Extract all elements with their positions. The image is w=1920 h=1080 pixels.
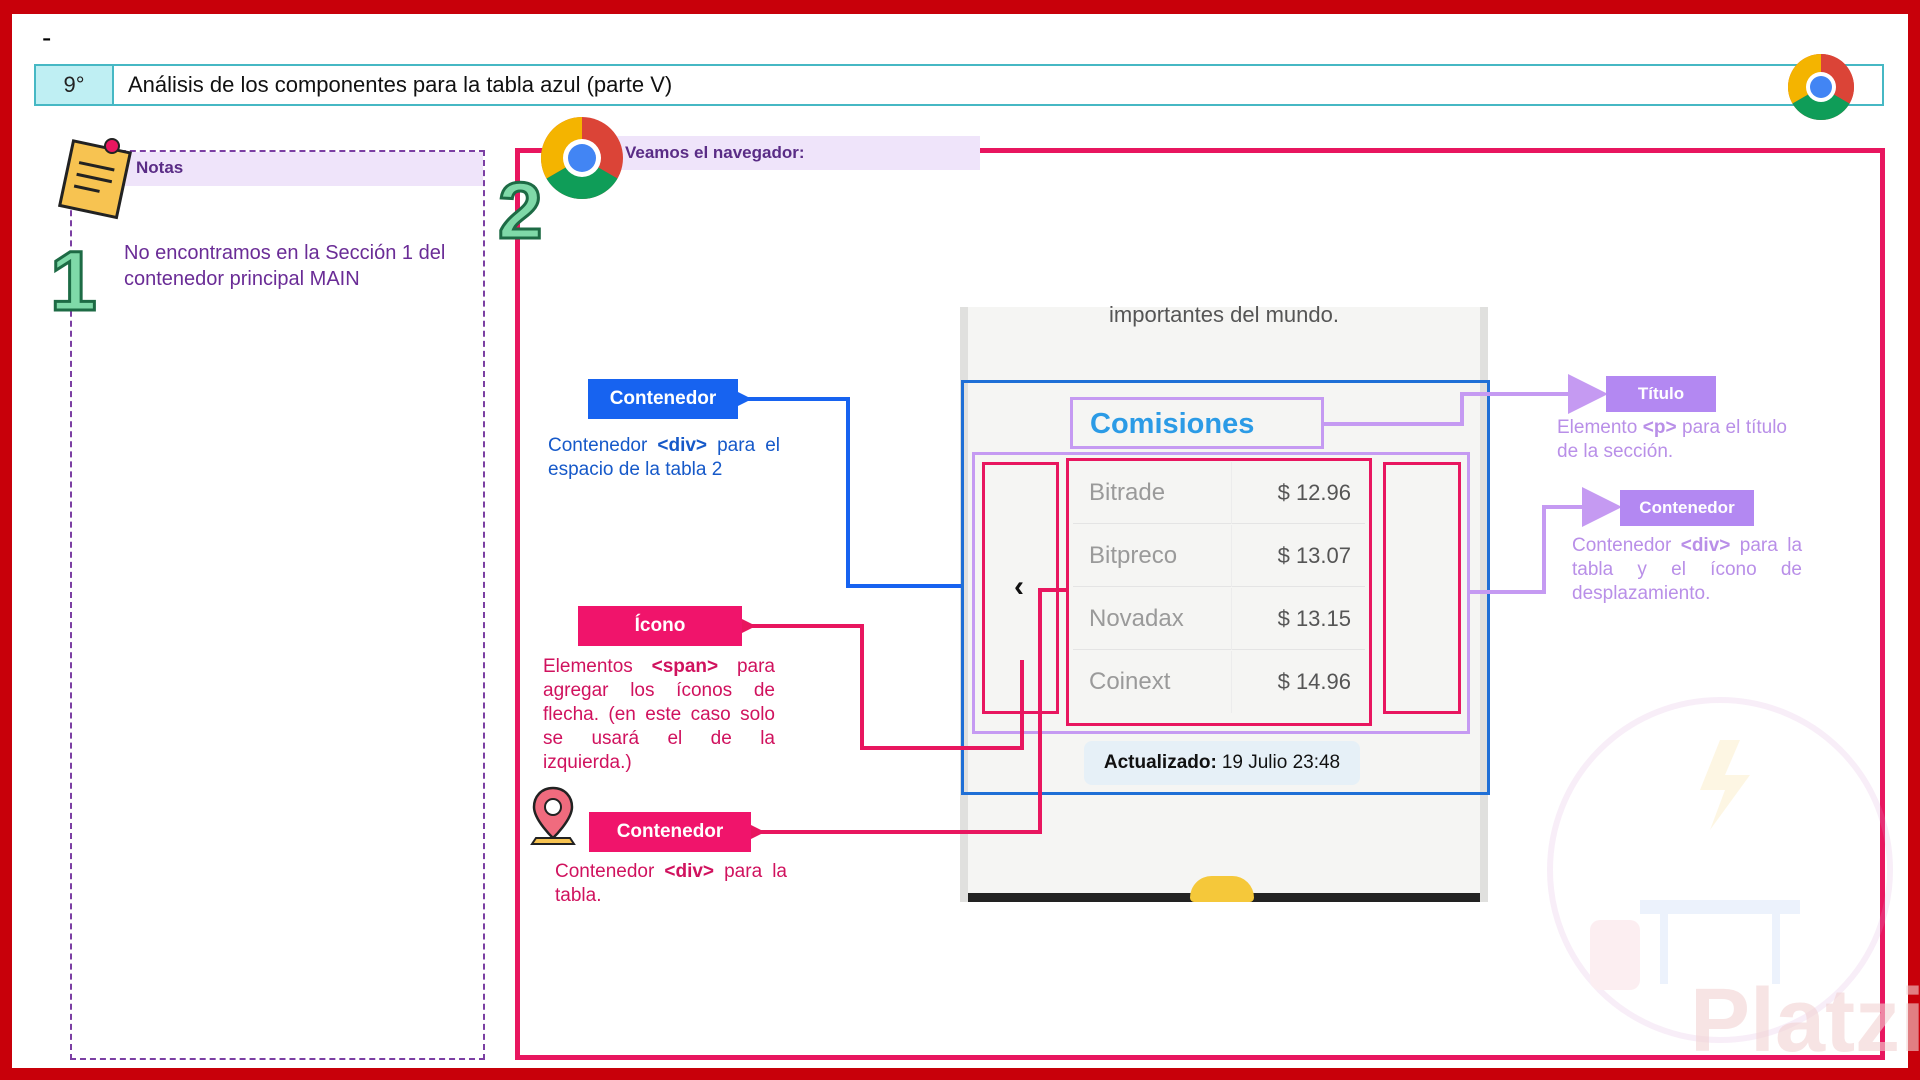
desc-contenedor-table: Contenedor <div> para la tabla. <box>555 861 787 906</box>
desc-icono: Elementos <span> para agregar los íconos… <box>543 656 775 773</box>
tag-contenedor-purple: Contenedor <box>1620 490 1754 526</box>
tag-icono: Ícono <box>578 606 742 646</box>
arrow-icono <box>716 606 1024 750</box>
arrow-contenedor-blue <box>712 379 961 588</box>
tag-contenedor-table: Contenedor <box>589 812 751 852</box>
map-pin-icon <box>530 786 576 845</box>
tag-titulo: Título <box>1606 376 1716 412</box>
tag-contenedor-blue: Contenedor <box>588 379 738 419</box>
desc-contenedor-blue: Contenedor <div> para el espacio de la t… <box>548 435 780 480</box>
platzi-watermark: Platzi <box>1690 971 1920 1071</box>
desc-titulo: Elemento <p> para el título de la secció… <box>1557 417 1788 462</box>
desc-contenedor-purple: Contenedor <div> para la tabla y el ícon… <box>1572 535 1803 604</box>
